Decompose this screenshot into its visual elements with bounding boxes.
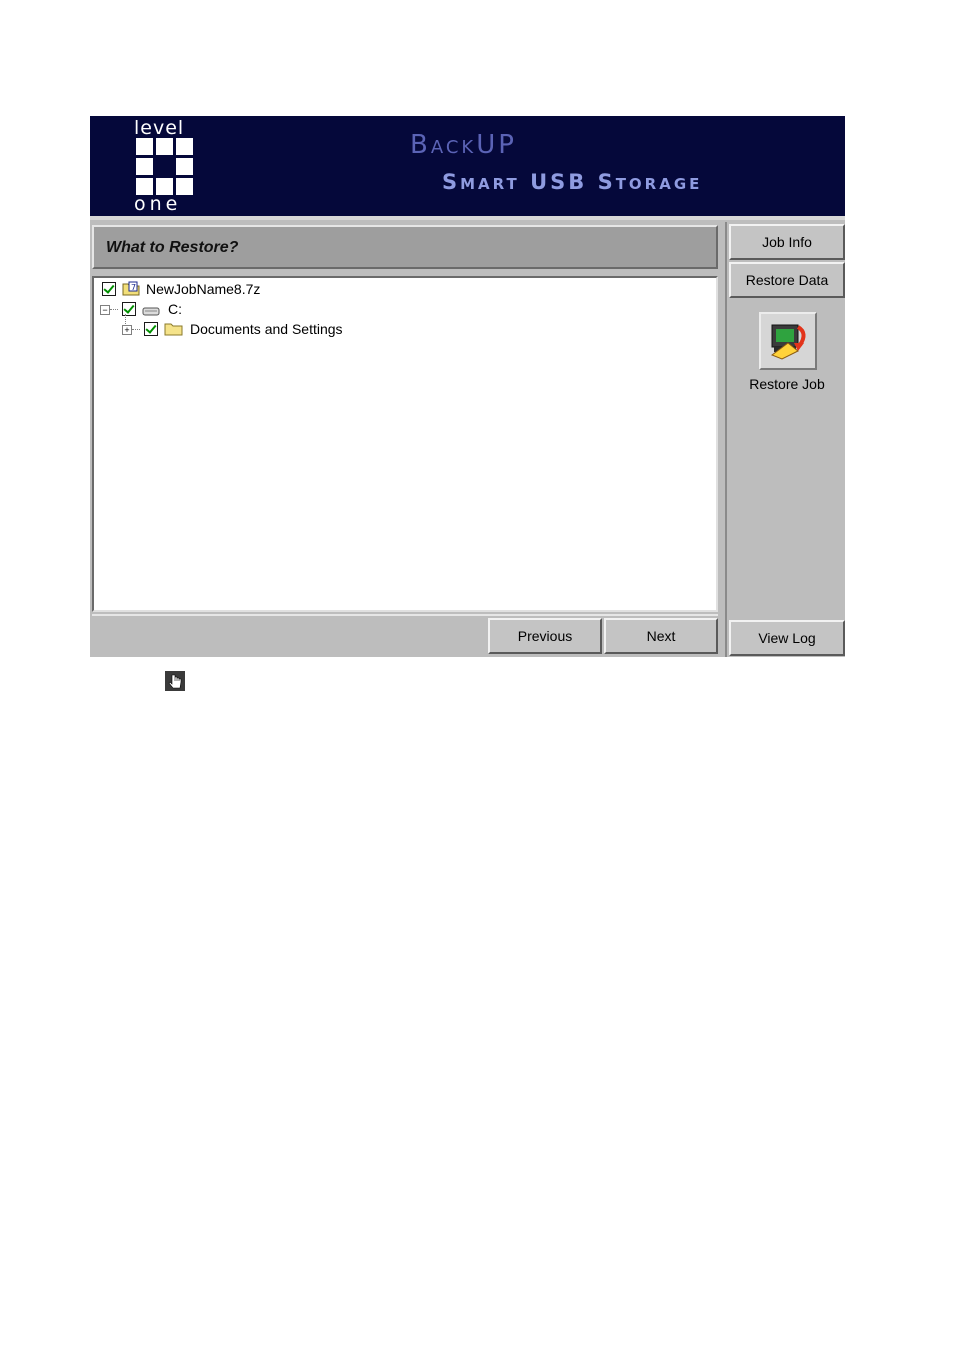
job-info-button[interactable]: Job Info: [729, 224, 845, 260]
main-panel: What to Restore? 7 NewJobName8.7z − C: +…: [90, 222, 723, 657]
tree-item-archive[interactable]: 7 NewJobName8.7z: [100, 280, 400, 298]
levelone-logo: level one: [134, 118, 204, 214]
section-title: What to Restore?: [106, 239, 239, 256]
tree-item-label: NewJobName8.7z: [146, 281, 261, 297]
restore-tree: 7 NewJobName8.7z − C: + Documents and Se…: [92, 276, 718, 612]
checkbox-archive[interactable]: [102, 282, 116, 296]
checkbox-documents-and-settings[interactable]: [144, 322, 158, 336]
drive-icon: [142, 303, 160, 321]
expand-icon[interactable]: +: [122, 325, 132, 335]
restore-job-button[interactable]: [759, 312, 817, 370]
navigation-bar: Previous Next: [92, 614, 718, 656]
collapse-icon[interactable]: −: [100, 305, 110, 315]
folder-icon: [164, 322, 183, 340]
hand-cursor-icon: [164, 670, 186, 692]
tree-connector: [125, 314, 126, 324]
section-header: What to Restore?: [92, 225, 718, 269]
sidebar: Job Info Restore Data Restore Job View L…: [725, 222, 845, 657]
tree-connector: [132, 329, 140, 330]
tree-item-label: Documents and Settings: [190, 321, 343, 337]
banner: level one BackUP Smart USB Storage: [90, 116, 845, 220]
app-subtitle: Smart USB Storage: [442, 170, 703, 194]
restore-job-icon: [768, 321, 808, 366]
logo-text-top: level: [134, 117, 185, 139]
logo-grid-icon: [136, 138, 196, 198]
svg-text:7: 7: [131, 283, 136, 292]
app-title: BackUP: [410, 130, 517, 160]
view-log-button[interactable]: View Log: [729, 620, 845, 656]
tree-item-documents-and-settings[interactable]: + Documents and Settings: [100, 314, 420, 340]
restore-job-label: Restore Job: [749, 376, 825, 392]
restore-data-button[interactable]: Restore Data: [729, 262, 845, 298]
tree-item-drive-c[interactable]: − C:: [100, 300, 400, 318]
tree-item-label: C:: [168, 301, 182, 317]
logo-text-bottom: one: [134, 193, 182, 215]
tree-connector: [110, 309, 118, 310]
next-button[interactable]: Next: [604, 618, 718, 654]
backup-app-window: level one BackUP Smart USB Storage What …: [90, 116, 845, 657]
previous-button[interactable]: Previous: [488, 618, 602, 654]
archive-file-icon: 7: [122, 281, 140, 300]
